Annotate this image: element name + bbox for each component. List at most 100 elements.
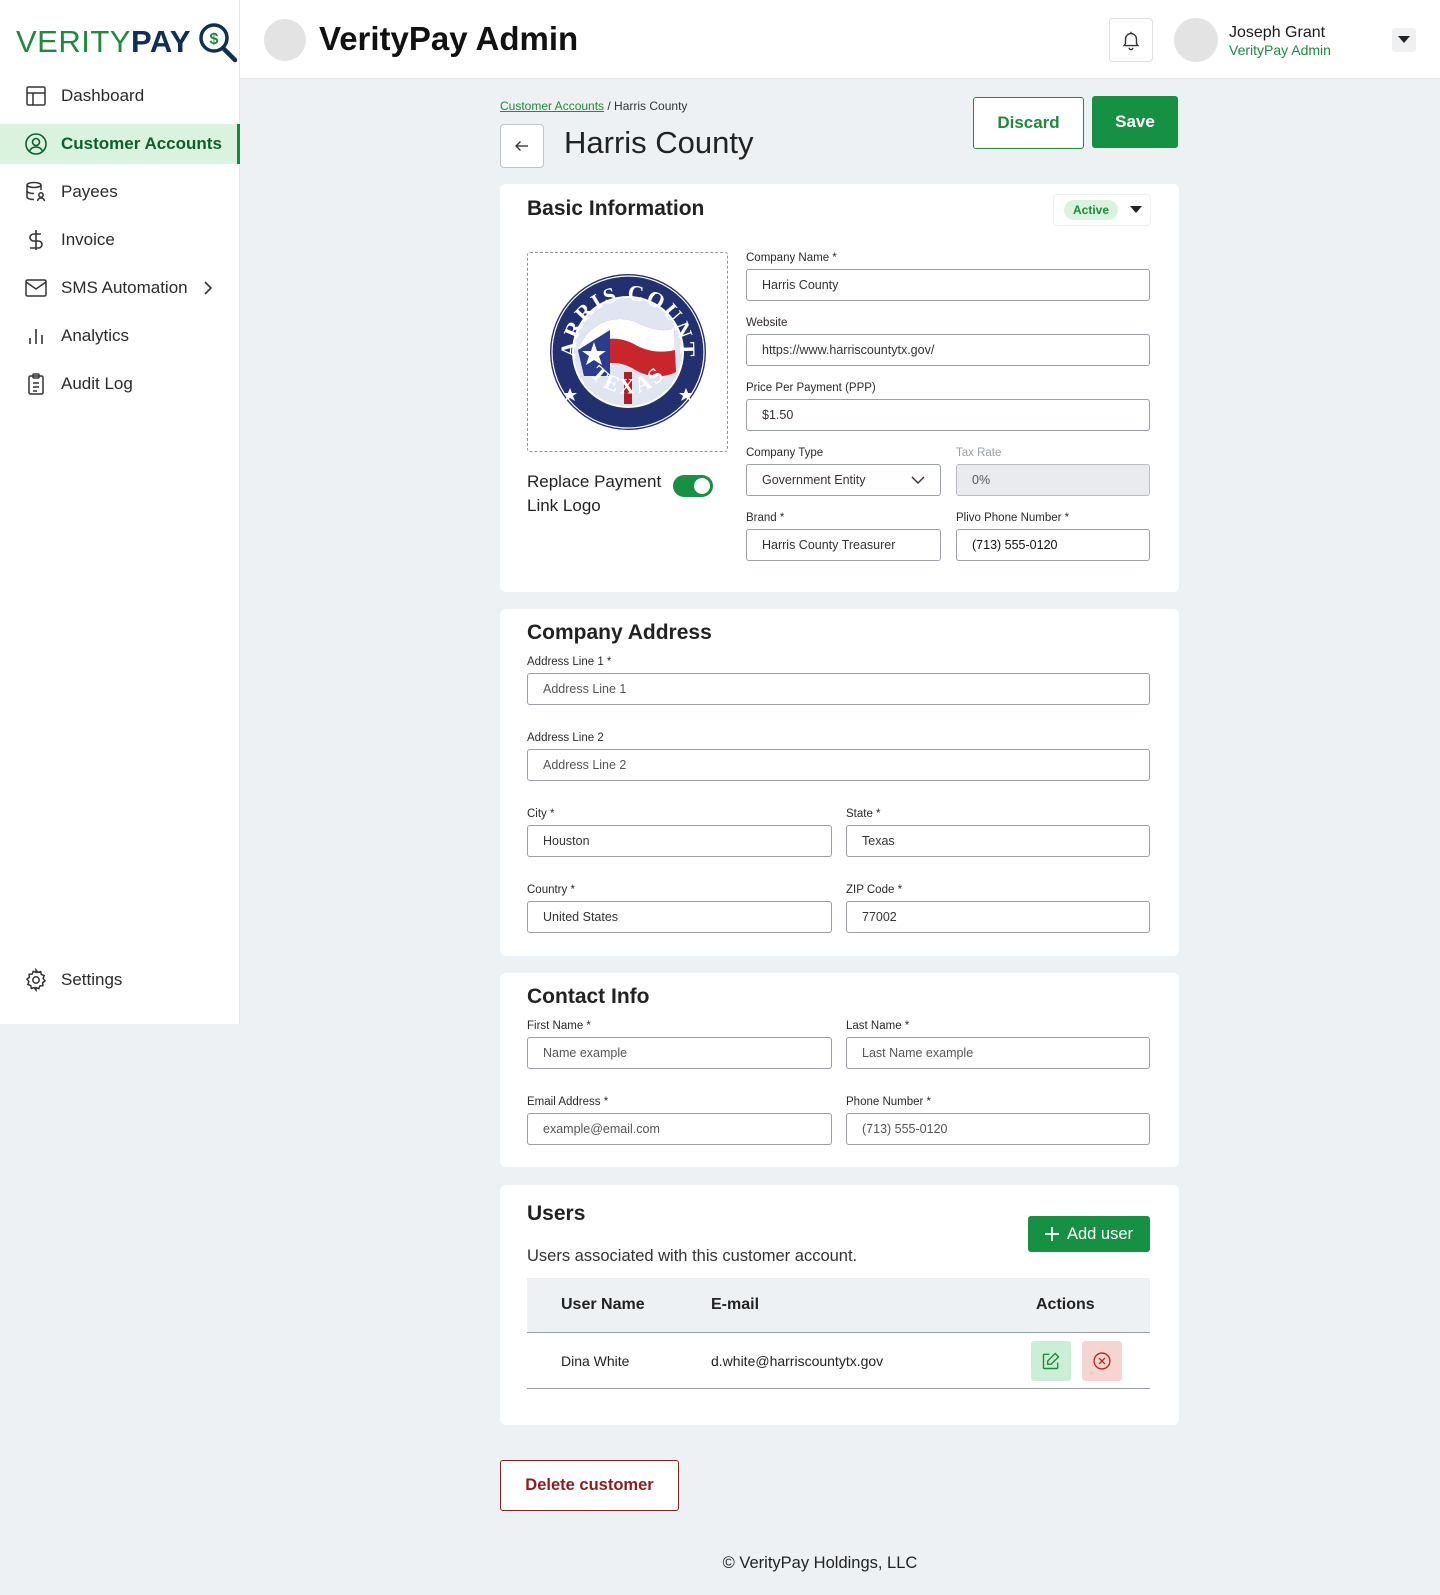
gear-icon	[25, 968, 47, 992]
zip-label: ZIP Code *	[846, 884, 903, 896]
user-menu-dropdown[interactable]	[1392, 28, 1416, 52]
tax-rate-input	[956, 464, 1150, 496]
sidebar-item-label: Dashboard	[61, 86, 145, 105]
brand-label: Brand *	[746, 512, 785, 524]
contact-info-card: Contact Info First Name * Last Name * Em…	[500, 973, 1179, 1167]
top-header: VerityPay Admin Joseph Grant VerityPay A…	[240, 0, 1440, 79]
discard-button[interactable]: Discard	[973, 97, 1084, 149]
sidebar-item-label: Payees	[61, 182, 118, 201]
sidebar-item-settings[interactable]: Settings	[0, 960, 240, 1000]
caret-down-icon	[1130, 206, 1143, 213]
sidebar-item-payees[interactable]: Payees	[0, 172, 240, 212]
user-circle-icon	[25, 133, 47, 155]
user-role: VerityPay Admin	[1229, 42, 1331, 58]
user-name: Joseph Grant	[1229, 24, 1326, 41]
plivo-phone-label: Plivo Phone Number *	[956, 512, 1070, 524]
user-avatar[interactable]	[1174, 18, 1218, 62]
dashboard-icon	[26, 86, 46, 106]
add-user-label: Add user	[1066, 1224, 1134, 1243]
magnifier-dollar-icon: $	[199, 23, 238, 63]
user-name-cell: Dina White	[561, 1353, 630, 1369]
column-header-email: E-mail	[711, 1296, 760, 1313]
plus-icon	[1044, 1227, 1059, 1241]
company-logo-upload[interactable]: HARRIS COUNTY TEXAS	[527, 252, 728, 452]
sidebar-item-dashboard[interactable]: Dashboard	[0, 76, 240, 116]
section-title: Users	[527, 1202, 586, 1225]
company-type-value: Government Entity	[762, 473, 866, 487]
company-address-card: Company Address Address Line 1 * Address…	[500, 609, 1179, 956]
users-subtitle: Users associated with this customer acco…	[527, 1247, 858, 1265]
delete-user-button[interactable]	[1082, 1341, 1122, 1381]
table-row: Dina White d.white@harriscountytx.gov	[527, 1333, 1150, 1389]
page-title: Harris County	[564, 125, 754, 160]
brand-input[interactable]	[746, 529, 941, 561]
company-name-label: Company Name *	[746, 252, 837, 264]
arrow-left-icon	[515, 141, 528, 151]
breadcrumb: Customer Accounts / Harris County	[500, 99, 687, 113]
sidebar-item-customer-accounts[interactable]: Customer Accounts	[0, 124, 240, 164]
harris-county-seal-logo: HARRIS COUNTY TEXAS	[548, 272, 706, 430]
database-user-icon	[26, 181, 46, 202]
country-input[interactable]	[527, 901, 832, 933]
last-name-label: Last Name *	[846, 1020, 910, 1032]
sidebar-item-label: SMS Automation	[61, 278, 188, 297]
users-card: Users Users associated with this custome…	[500, 1185, 1179, 1425]
add-user-button[interactable]: Add user	[1028, 1216, 1150, 1252]
address-line1-label: Address Line 1 *	[527, 656, 612, 668]
save-button[interactable]: Save	[1092, 96, 1178, 148]
section-title: Company Address	[527, 621, 712, 644]
email-input[interactable]	[527, 1113, 832, 1145]
mail-icon	[25, 279, 47, 297]
phone-label: Phone Number *	[846, 1096, 932, 1108]
email-label: Email Address *	[527, 1096, 609, 1108]
notifications-button[interactable]	[1109, 18, 1153, 62]
sidebar: VERITY PAY $ Dashboard Customer Accounts …	[0, 0, 240, 1024]
app-title: VerityPay Admin	[319, 20, 579, 57]
sidebar-item-sms-automation[interactable]: SMS Automation	[0, 268, 240, 308]
ppp-input[interactable]	[746, 399, 1150, 431]
status-dropdown[interactable]: Active	[1053, 194, 1151, 226]
sidebar-item-label: Customer Accounts	[61, 134, 222, 153]
bell-icon	[1122, 31, 1140, 51]
user-email-cell: d.white@harriscountytx.gov	[711, 1353, 884, 1369]
plivo-phone-input[interactable]	[956, 529, 1150, 561]
chevron-right-icon[interactable]	[196, 276, 220, 300]
back-button[interactable]	[500, 124, 544, 168]
sidebar-item-audit-log[interactable]: Audit Log	[0, 364, 240, 404]
company-type-label: Company Type	[746, 447, 824, 459]
dollar-icon	[29, 230, 43, 250]
website-label: Website	[746, 317, 788, 329]
chevron-down-icon	[911, 476, 925, 484]
sidebar-item-analytics[interactable]: Analytics	[0, 316, 240, 356]
city-label: City *	[527, 808, 555, 820]
delete-customer-button[interactable]: Delete customer	[500, 1460, 679, 1511]
logo-text-pay: PAY	[130, 24, 192, 59]
address-line1-input[interactable]	[527, 673, 1150, 705]
sidebar-item-invoice[interactable]: Invoice	[0, 220, 240, 260]
sidebar-item-label: Analytics	[61, 326, 130, 345]
company-name-input[interactable]	[746, 269, 1150, 301]
bar-chart-icon	[29, 329, 43, 344]
column-header-actions: Actions	[1036, 1296, 1095, 1313]
edit-icon	[1042, 1352, 1060, 1370]
website-input[interactable]	[746, 334, 1150, 366]
verity-pay-logo[interactable]: VERITY PAY $	[16, 20, 239, 64]
first-name-input[interactable]	[527, 1037, 832, 1069]
logo-text-verity: VERITY	[16, 24, 131, 59]
section-title: Contact Info	[527, 985, 650, 1008]
svg-text:$: $	[210, 31, 219, 48]
zip-input[interactable]	[846, 901, 1150, 933]
edit-user-button[interactable]	[1031, 1341, 1071, 1381]
city-input[interactable]	[527, 825, 832, 857]
company-type-select[interactable]: Government Entity	[746, 464, 941, 496]
breadcrumb-link-customer-accounts[interactable]: Customer Accounts	[500, 99, 604, 113]
address-line2-input[interactable]	[527, 749, 1150, 781]
last-name-input[interactable]	[846, 1037, 1150, 1069]
sidebar-item-label: Settings	[61, 970, 123, 989]
phone-input[interactable]	[846, 1113, 1150, 1145]
state-input[interactable]	[846, 825, 1150, 857]
replace-logo-toggle[interactable]	[673, 475, 713, 497]
table-header: User Name E-mail Actions	[527, 1278, 1150, 1333]
footer-copyright: © VerityPay Holdings, LLC	[722, 1554, 918, 1572]
users-table: User Name E-mail Actions Dina White d.wh…	[527, 1278, 1150, 1389]
